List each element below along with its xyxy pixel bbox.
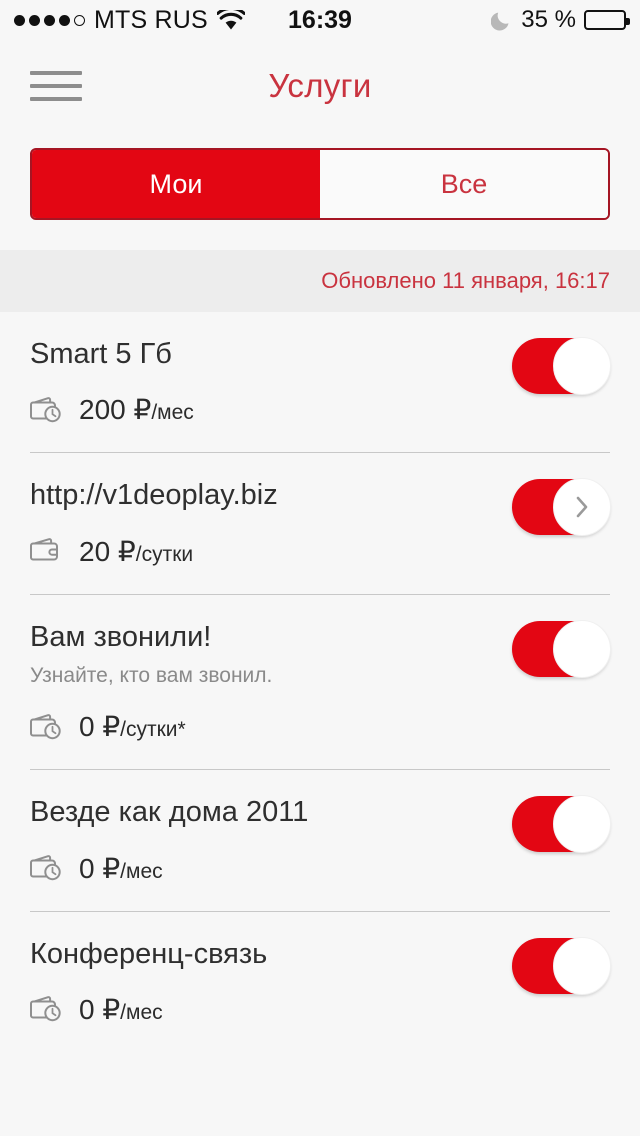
tabs-container: Мои Все (0, 132, 640, 250)
service-price: 20 ₽/сутки (79, 535, 193, 568)
battery-icon (584, 10, 630, 30)
toggle-knob[interactable] (553, 619, 611, 678)
service-price-row: 0 ₽/мес (30, 852, 492, 885)
price-unit: /мес (120, 859, 163, 883)
status-bar-left: MTS RUS (14, 6, 245, 35)
service-price-row: 0 ₽/сутки* (30, 710, 492, 743)
service-info: http://v1deoplay.biz 20 ₽/сутки (30, 479, 512, 567)
service-row: http://v1deoplay.biz 20 ₽/сутки (30, 478, 611, 567)
signal-dot (29, 14, 40, 26)
service-title: Вам звонили! (30, 620, 212, 653)
service-item[interactable]: Везде как дома 2011 0 ₽/мес (0, 770, 640, 912)
price-unit: /мес (151, 401, 194, 425)
service-title: http://v1deoplay.biz (30, 479, 278, 512)
price-amount: 0 ₽ (79, 711, 121, 743)
status-bar: MTS RUS 16:39 35 % (0, 0, 640, 40)
last-updated-label: Обновлено 11 января, 16:17 (321, 268, 610, 293)
service-list: Smart 5 Гб 200 ₽/мес http://v1deoplay.bi… (0, 312, 640, 1026)
signal-dot (59, 14, 70, 26)
hamburger-bar (30, 71, 82, 75)
nav-bar: Услуги (0, 40, 640, 132)
service-row: Везде как дома 2011 0 ₽/мес (30, 795, 611, 884)
toggle-knob[interactable] (553, 478, 611, 537)
price-amount: 20 ₽ (79, 535, 136, 567)
service-toggle[interactable] (512, 337, 611, 395)
page-title: Услуги (268, 67, 372, 104)
service-price: 0 ₽/мес (79, 852, 163, 885)
signal-dot (74, 14, 85, 26)
service-price: 200 ₽/мес (79, 393, 194, 426)
service-row: Smart 5 Гб 200 ₽/мес (30, 337, 611, 426)
price-amount: 0 ₽ (79, 852, 121, 884)
hamburger-menu-icon[interactable] (30, 67, 82, 105)
toggle-knob[interactable] (553, 936, 611, 995)
service-info: Вам звонили! Узнайте, кто вам звонил. 0 … (30, 621, 512, 744)
service-price-row: 0 ₽/мес (30, 993, 492, 1026)
wallet-clock-icon (30, 994, 66, 1024)
service-toggle[interactable] (512, 478, 611, 537)
carrier-label: MTS RUS (94, 5, 208, 34)
signal-strength-icon (14, 14, 85, 26)
service-toggle[interactable] (512, 619, 611, 678)
moon-icon (491, 9, 513, 31)
service-item[interactable]: http://v1deoplay.biz 20 ₽/сутки (0, 453, 640, 595)
tab-all[interactable]: Все (320, 150, 608, 218)
price-unit: /сутки* (120, 718, 186, 742)
service-item[interactable]: Smart 5 Гб 200 ₽/мес (0, 312, 640, 454)
service-item[interactable]: Вам звонили! Узнайте, кто вам звонил. 0 … (0, 595, 640, 771)
service-info: Везде как дома 2011 0 ₽/мес (30, 796, 512, 884)
hamburger-bar (30, 97, 82, 101)
service-row: Вам звонили! Узнайте, кто вам звонил. 0 … (30, 619, 611, 744)
price-unit: /сутки (135, 542, 194, 566)
service-subtitle: Узнайте, кто вам звонил. (30, 664, 273, 688)
toggle-knob[interactable] (553, 795, 611, 854)
service-price-row: 20 ₽/сутки (30, 535, 492, 568)
service-row: Конференц-связь 0 ₽/мес (30, 936, 611, 1026)
signal-dot (14, 14, 25, 26)
signal-dot (44, 14, 55, 26)
hamburger-bar (30, 84, 82, 88)
price-unit: /мес (120, 1000, 163, 1024)
service-price-row: 200 ₽/мес (30, 393, 492, 426)
battery-percent-label: 35 % (521, 6, 576, 33)
wallet-clock-icon (30, 395, 66, 425)
updated-bar: Обновлено 11 января, 16:17 (0, 250, 640, 312)
service-toggle[interactable] (512, 795, 611, 854)
service-item[interactable]: Конференц-связь 0 ₽/мес (0, 912, 640, 1026)
segmented-control: Мои Все (30, 148, 610, 220)
wifi-icon (216, 9, 245, 31)
service-price: 0 ₽/сутки* (79, 710, 186, 743)
service-info: Smart 5 Гб 200 ₽/мес (30, 338, 512, 426)
wallet-clock-icon (30, 712, 66, 742)
status-bar-right: 35 % (491, 6, 630, 34)
tab-my[interactable]: Мои (32, 150, 320, 218)
wallet-clock-icon (30, 853, 66, 883)
service-title: Конференц-связь (30, 937, 268, 970)
price-amount: 0 ₽ (79, 993, 121, 1025)
service-info: Конференц-связь 0 ₽/мес (30, 938, 512, 1026)
toggle-knob[interactable] (553, 337, 611, 395)
wallet-icon (30, 536, 66, 566)
service-title: Везде как дома 2011 (30, 796, 309, 829)
price-amount: 200 ₽ (79, 394, 152, 426)
service-toggle[interactable] (512, 936, 611, 995)
service-price: 0 ₽/мес (79, 993, 163, 1026)
service-title: Smart 5 Гб (30, 338, 172, 370)
